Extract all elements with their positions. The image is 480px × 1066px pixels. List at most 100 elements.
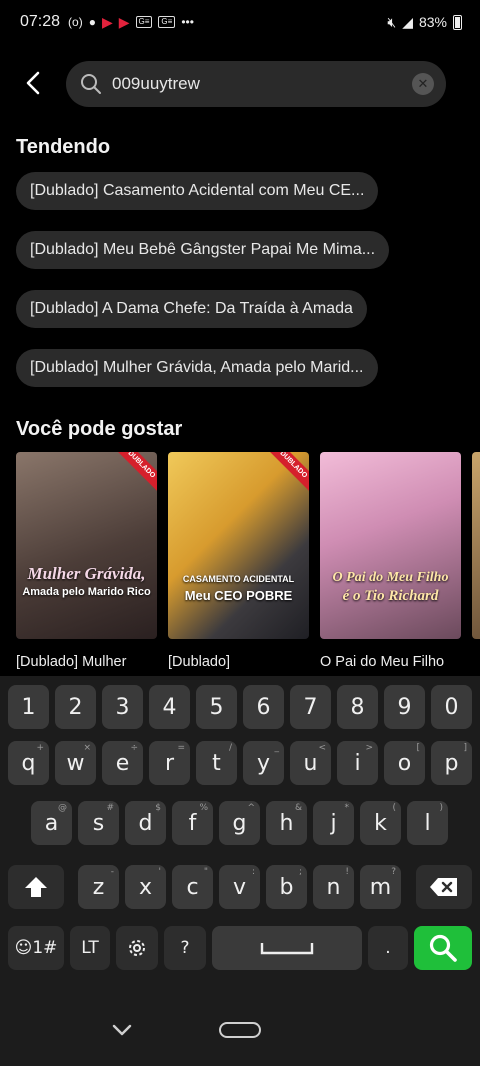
trending-chip[interactable]: [Dublado] Casamento Acidental com Meu CE… bbox=[16, 172, 379, 210]
key-c[interactable]: c " bbox=[172, 865, 213, 909]
key-label: e bbox=[115, 750, 130, 776]
key-n[interactable]: n! bbox=[313, 865, 354, 909]
poster-image: DUBLADO CASAMENTO ACIDENTAL Meu CEO POBR… bbox=[168, 452, 309, 639]
key-v[interactable]: v: bbox=[219, 865, 260, 909]
home-button[interactable] bbox=[219, 1022, 261, 1038]
search-icon bbox=[429, 934, 457, 962]
key-label: 4 bbox=[162, 694, 177, 720]
search-bar[interactable]: ✕ bbox=[66, 61, 446, 107]
key-p[interactable]: p] bbox=[431, 741, 472, 785]
key-e[interactable]: e ÷ bbox=[102, 741, 143, 785]
key-l[interactable]: l) bbox=[407, 801, 448, 845]
play-app-icon: ▶ bbox=[101, 13, 113, 30]
key-hint: % bbox=[199, 803, 208, 813]
hide-keyboard-button[interactable] bbox=[110, 1018, 134, 1042]
key-label: 0 bbox=[444, 694, 459, 720]
mute-icon: 🔇︎ bbox=[387, 13, 397, 30]
chat-icon: ● bbox=[88, 15, 96, 29]
key-hint: / bbox=[228, 743, 232, 753]
key-8[interactable]: 8 bbox=[337, 685, 378, 729]
key-label: d bbox=[138, 810, 153, 836]
key-m[interactable]: m? bbox=[360, 865, 401, 909]
close-icon: ✕ bbox=[417, 76, 429, 91]
key-z[interactable]: z- bbox=[78, 865, 119, 909]
key-o[interactable]: o[ bbox=[384, 741, 425, 785]
card-title: O Pai do Meu Filho bbox=[320, 654, 445, 670]
language-key[interactable]: LT bbox=[70, 926, 110, 970]
key-d[interactable]: d $ bbox=[125, 801, 166, 845]
key-q[interactable]: q + bbox=[8, 741, 49, 785]
poster-subtitle: Meu CEO POBRE bbox=[184, 588, 293, 603]
question-mark-key[interactable]: ? bbox=[164, 926, 206, 970]
key-6[interactable]: 6 bbox=[243, 685, 284, 729]
key-g[interactable]: g ^ bbox=[219, 801, 260, 845]
key-0[interactable]: 0 bbox=[431, 685, 472, 729]
key-y[interactable]: y _ bbox=[243, 741, 284, 785]
key-s[interactable]: s # bbox=[78, 801, 119, 845]
key-h[interactable]: h & bbox=[266, 801, 307, 845]
key-label: k bbox=[374, 810, 387, 836]
key-u[interactable]: u < bbox=[290, 741, 331, 785]
trending-chip[interactable]: [Dublado] A Dama Chefe: Da Traída à Amad… bbox=[16, 290, 367, 328]
search-input[interactable] bbox=[112, 74, 412, 94]
drama-card[interactable] bbox=[472, 452, 480, 639]
symbols-key[interactable]: ☺1# bbox=[8, 926, 64, 970]
key-hint: ÷ bbox=[130, 743, 138, 753]
key-label: j bbox=[330, 810, 337, 836]
key-f[interactable]: f% bbox=[172, 801, 213, 845]
gallery-app-icon: G≡ bbox=[135, 16, 153, 28]
key-5[interactable]: 5 bbox=[196, 685, 237, 729]
clear-search-button[interactable]: ✕ bbox=[412, 73, 434, 95]
key-r[interactable]: r = bbox=[149, 741, 190, 785]
search-key[interactable] bbox=[414, 926, 472, 970]
key-label: y bbox=[256, 750, 271, 776]
key-hint: * bbox=[344, 803, 350, 813]
recommend-heading: Você pode gostar bbox=[16, 418, 183, 440]
space-key[interactable] bbox=[212, 926, 362, 970]
key-hint: ' bbox=[158, 867, 161, 877]
backspace-key[interactable] bbox=[416, 865, 472, 909]
key-hint: = bbox=[177, 743, 185, 753]
key-hint: $ bbox=[155, 803, 161, 813]
keyboard-bottom-row: ☺1# LT ? . bbox=[0, 926, 480, 970]
trending-heading: Tendendo bbox=[16, 136, 111, 158]
back-button[interactable] bbox=[18, 68, 48, 98]
shift-key[interactable] bbox=[8, 865, 64, 909]
key-7[interactable]: 7 bbox=[290, 685, 331, 729]
key-4[interactable]: 4 bbox=[149, 685, 190, 729]
drama-card[interactable]: DUBLADO CASAMENTO ACIDENTAL Meu CEO POBR… bbox=[168, 452, 309, 672]
key-label: 3 bbox=[115, 694, 130, 720]
trending-chip[interactable]: [Dublado] Meu Bebê Gângster Papai Me Mim… bbox=[16, 231, 390, 269]
trending-chip[interactable]: [Dublado] Mulher Grávida, Amada pelo Mar… bbox=[16, 349, 378, 387]
poster-image: DUBLADO Mulher Grávida, Amada pelo Marid… bbox=[16, 452, 157, 639]
key-w[interactable]: w × bbox=[55, 741, 96, 785]
key-t[interactable]: t / bbox=[196, 741, 237, 785]
key-hint: ( bbox=[392, 803, 396, 813]
key-j[interactable]: j * bbox=[313, 801, 354, 845]
key-2[interactable]: 2 bbox=[55, 685, 96, 729]
key-hint: ] bbox=[463, 743, 467, 753]
key-label: a bbox=[44, 810, 59, 836]
key-1[interactable]: 1 bbox=[8, 685, 49, 729]
key-3[interactable]: 3 bbox=[102, 685, 143, 729]
period-key[interactable]: . bbox=[368, 926, 408, 970]
key-a[interactable]: a @ bbox=[31, 801, 72, 845]
settings-key[interactable] bbox=[116, 926, 158, 970]
key-label: 9 bbox=[397, 694, 412, 720]
radio-icon: (o) bbox=[68, 15, 83, 29]
dubbed-badge: DUBLADO bbox=[262, 452, 309, 496]
key-hint: # bbox=[106, 803, 114, 813]
key-label: w bbox=[66, 750, 85, 776]
drama-card[interactable]: O Pai do Meu Filho é o Tio Richard O Pai… bbox=[320, 452, 461, 672]
key-9[interactable]: 9 bbox=[384, 685, 425, 729]
key-i[interactable]: i > bbox=[337, 741, 378, 785]
key-x[interactable]: x ' bbox=[125, 865, 166, 909]
recommend-carousel: DUBLADO Mulher Grávida, Amada pelo Marid… bbox=[16, 452, 480, 676]
poster-image: O Pai do Meu Filho é o Tio Richard bbox=[320, 452, 461, 639]
space-icon bbox=[260, 943, 314, 955]
key-b[interactable]: b; bbox=[266, 865, 307, 909]
dubbed-badge: DUBLADO bbox=[110, 452, 157, 496]
keyboard-number-row: 1 2 3 4 5 6 7 8 9 0 bbox=[0, 685, 480, 729]
key-k[interactable]: k( bbox=[360, 801, 401, 845]
drama-card[interactable]: DUBLADO Mulher Grávida, Amada pelo Marid… bbox=[16, 452, 157, 672]
